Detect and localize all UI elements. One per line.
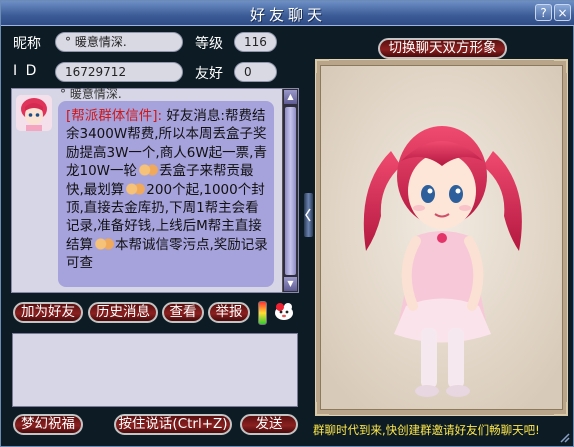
switch-avatar-button[interactable]: 切换聊天双方形象 <box>378 38 507 59</box>
nickname-field: ° 暖意情深. <box>55 32 183 52</box>
chat-scrollbar[interactable]: ▲ ▼ <box>282 89 298 292</box>
view-button[interactable]: 查看 <box>162 302 204 323</box>
history-button[interactable]: 历史消息 <box>88 302 158 323</box>
help-button[interactable]: ? <box>535 4 552 21</box>
title-bar[interactable]: 好友聊天 ? × <box>1 1 574 26</box>
pet-icon[interactable] <box>272 299 296 323</box>
group-chat-promo[interactable]: 群聊时代到来,快创建群邀请好友们畅聊天吧! <box>313 422 540 438</box>
collapse-handle-icon[interactable] <box>304 193 313 237</box>
window-title: 好友聊天 <box>249 6 326 24</box>
friendship-field: 0 <box>234 62 277 82</box>
add-friend-button[interactable]: 加为好友 <box>13 302 83 323</box>
signal-meter-icon <box>258 301 267 325</box>
message-bubble: [帮派群体信件]: 好友消息:帮费结余3400W帮费,所以本周丢盒子奖励提高3W… <box>58 101 274 287</box>
blessing-button[interactable]: 梦幻祝福 <box>13 414 83 435</box>
scroll-thumb[interactable] <box>285 107 296 275</box>
resize-grip-icon[interactable] <box>558 431 570 443</box>
id-field: 16729712 <box>55 62 183 82</box>
push-to-talk-button[interactable]: 按住说话(Ctrl+Z) <box>114 414 232 435</box>
message-input[interactable] <box>12 333 298 407</box>
send-button[interactable]: 发送 <box>240 414 298 435</box>
level-label: 等级 <box>195 36 223 52</box>
scroll-up-icon[interactable]: ▲ <box>284 90 297 104</box>
sender-name: ° 暖意情深. <box>60 87 122 101</box>
chat-history[interactable]: ° 暖意情深. [帮派群体信件]: 好友消息:帮费结余3400W帮费,所以本周丢… <box>11 87 299 293</box>
chat-window: 好友聊天 ? × 昵称 ° 暖意情深. 等级 116 I D 16729712 … <box>0 0 574 447</box>
level-field: 116 <box>234 32 277 52</box>
handshake-icon <box>124 181 147 196</box>
character-portrait <box>320 65 563 410</box>
friendship-label: 友好 <box>195 66 223 82</box>
sender-avatar[interactable] <box>16 95 52 131</box>
character-portrait-frame <box>315 59 568 416</box>
id-label: I D <box>13 63 39 79</box>
scroll-down-icon[interactable]: ▼ <box>284 277 297 291</box>
handshake-icon <box>137 163 160 178</box>
report-button[interactable]: 举报 <box>208 302 250 323</box>
close-button[interactable]: × <box>554 4 571 21</box>
handshake-icon <box>93 236 115 251</box>
nickname-label: 昵称 <box>13 36 41 52</box>
group-mail-tag: [帮派群体信件]: <box>66 108 163 124</box>
